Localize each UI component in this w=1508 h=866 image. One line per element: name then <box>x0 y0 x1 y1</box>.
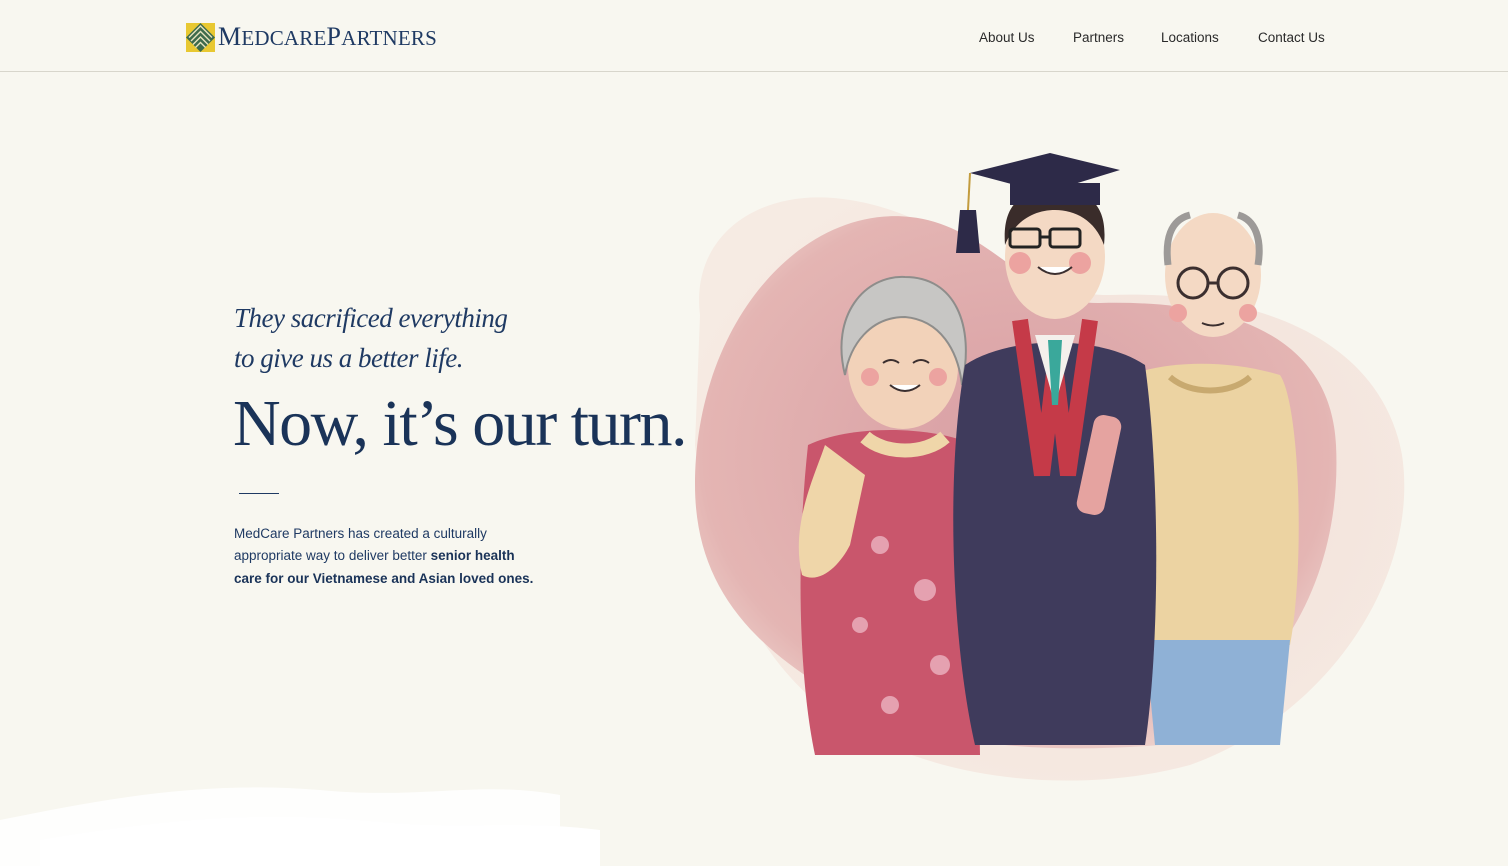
brand-cap-m: M <box>218 22 242 51</box>
nav-about-us[interactable]: About Us <box>979 28 1035 48</box>
brush-texture <box>0 787 600 866</box>
tagline-line-2: to give us a better life. <box>234 343 463 373</box>
nav-contact-us[interactable]: Contact Us <box>1258 28 1325 48</box>
page: MEDCAREPARTNERS About Us Partners Locati… <box>0 0 1508 866</box>
brand-part1: EDCARE <box>241 26 327 50</box>
medcare-logo-icon <box>186 23 215 52</box>
nav-partners[interactable]: Partners <box>1073 28 1124 48</box>
brand-part2: ARTNERS <box>341 26 438 50</box>
brand-name: MEDCAREPARTNERS <box>218 22 437 53</box>
hero-headline: Now, it’s our turn. <box>233 387 688 460</box>
family-illustration <box>695 153 1405 781</box>
tagline-line-1: They sacrificed everything <box>234 303 508 333</box>
graduate-figure <box>953 153 1157 745</box>
nav-locations[interactable]: Locations <box>1161 28 1219 48</box>
hero-description: MedCare Partners has created a culturall… <box>234 523 534 590</box>
brand-cap-p: P <box>326 22 342 51</box>
hero-tagline: They sacrificed everything to give us a … <box>234 298 508 378</box>
site-header: MEDCAREPARTNERS About Us Partners Locati… <box>0 0 1508 72</box>
logo-link[interactable]: MEDCAREPARTNERS <box>186 22 437 53</box>
hero-divider <box>239 493 279 494</box>
